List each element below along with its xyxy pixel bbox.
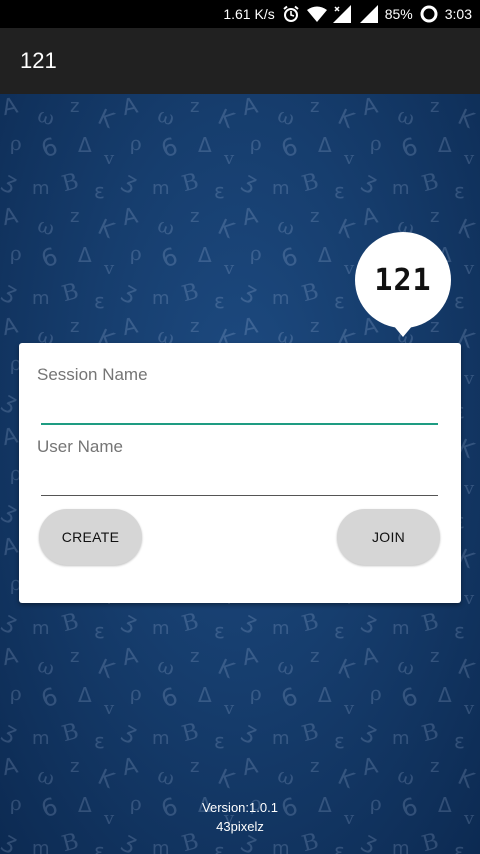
wifi-icon <box>306 4 327 24</box>
app-screen: 1.61 K/s 85% 3:03 121 121 Session Name U… <box>0 0 480 854</box>
battery-icon <box>419 4 439 24</box>
network-speed: 1.61 K/s <box>223 6 275 22</box>
logo-text: 121 <box>374 262 432 298</box>
battery-level: 85% <box>384 6 413 22</box>
user-name-label: User Name <box>37 437 123 456</box>
session-name-label: Session Name <box>37 365 148 384</box>
signal-icon <box>359 4 379 24</box>
session-name-underline <box>41 423 438 425</box>
join-button[interactable]: JOIN <box>337 509 440 565</box>
session-card: Session Name User Name CREATE JOIN <box>19 343 461 603</box>
status-bar: 1.61 K/s 85% 3:03 <box>0 0 480 28</box>
user-name-underline <box>41 495 438 496</box>
user-name-input[interactable] <box>41 467 438 493</box>
signal-icon <box>332 4 353 24</box>
version-text: Version:1.0.1 <box>202 800 278 815</box>
company-text: 43pixelz <box>216 819 264 834</box>
alarm-icon <box>281 4 301 24</box>
session-name-input[interactable] <box>41 395 438 421</box>
app-bar: 121 <box>0 28 480 94</box>
create-button[interactable]: CREATE <box>39 509 142 565</box>
logo-bubble: 121 <box>355 232 451 337</box>
app-title: 121 <box>20 48 57 73</box>
clock: 3:03 <box>444 6 472 22</box>
